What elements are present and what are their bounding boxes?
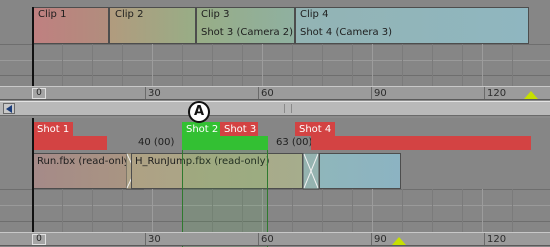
shot-4-tail[interactable]	[311, 136, 531, 150]
playhead[interactable]	[32, 118, 34, 232]
scrollbar-thumb[interactable]	[284, 104, 292, 113]
grid-line	[62, 44, 63, 86]
grid-line	[462, 189, 463, 233]
shot-3[interactable]: Shot 3	[220, 122, 258, 136]
shot-name: Shot 1	[37, 124, 70, 135]
grid-line	[242, 44, 243, 86]
ruler-tick	[145, 233, 146, 245]
clip-track-panel[interactable]: Clip 1 Clip 2 Clip 3 Shot 3 (Camera 2) C…	[0, 0, 550, 100]
grid-line	[292, 189, 293, 233]
grid-line	[352, 44, 353, 86]
ruler-tick	[371, 233, 372, 245]
bottom-time-ruler[interactable]: 0 30 60 90 120	[0, 232, 550, 246]
clip-camera-label: Shot 4 (Camera 3)	[300, 27, 393, 38]
grid-line	[432, 44, 433, 86]
grid-line	[352, 189, 353, 233]
animation-clip-run[interactable]: Run.fbx (read-only)	[33, 153, 131, 189]
top-time-ruler[interactable]: 0 30 60 90 120	[0, 86, 550, 100]
clip-4[interactable]: Clip 4 Shot 4 (Camera 3)	[295, 7, 529, 44]
ruler-label: 30	[148, 234, 161, 245]
grid-line	[122, 189, 123, 233]
clip-1[interactable]: Clip 1	[33, 7, 109, 44]
grid-line	[62, 189, 63, 233]
ruler-tick	[484, 233, 485, 245]
grid-line	[292, 44, 293, 86]
ruler-label: 60	[261, 234, 274, 245]
grid-line	[512, 44, 513, 86]
shot-2-tail[interactable]	[182, 136, 268, 150]
grid-line	[92, 189, 93, 233]
grid-line	[432, 189, 433, 233]
shot-name: Shot 3	[224, 124, 257, 135]
grid-line	[462, 44, 463, 86]
clip-name: Clip 2	[115, 9, 144, 20]
grid-line	[0, 205, 550, 206]
grid-line	[92, 44, 93, 86]
ruler-start-value: 0	[32, 234, 46, 245]
current-frame-marker-icon[interactable]	[392, 237, 406, 245]
grid-line	[402, 189, 403, 233]
ruler-tick	[371, 87, 372, 99]
grid-line	[482, 189, 483, 233]
ruler-label: 90	[374, 234, 387, 245]
grid-line	[0, 44, 550, 45]
end-marker-icon[interactable]	[524, 91, 538, 99]
grid-line	[122, 44, 123, 86]
clip-3[interactable]: Clip 3 Shot 3 (Camera 2)	[196, 7, 295, 44]
horizontal-scrollbar[interactable]	[0, 101, 550, 116]
grid-line	[372, 189, 373, 233]
ruler-tick	[258, 233, 259, 245]
grid-line	[372, 44, 373, 86]
ruler-tick	[258, 87, 259, 99]
grid-line	[262, 44, 263, 86]
clip-camera-label: Shot 3 (Camera 2)	[201, 27, 294, 38]
ruler-label: 120	[487, 88, 507, 99]
frame-marker-label: 63 (00)	[276, 137, 313, 148]
shot-1-tail[interactable]	[73, 136, 107, 150]
ruler-label: 30	[148, 88, 161, 99]
ruler-tick	[484, 87, 485, 99]
grid-line	[212, 44, 213, 86]
clip-name: Clip 1	[38, 9, 67, 20]
grid-line	[182, 44, 183, 86]
shot-4[interactable]: Shot 4	[295, 122, 335, 136]
animation-clip-3[interactable]	[319, 153, 401, 189]
ruler-label: 60	[261, 88, 274, 99]
callout-marker: A	[188, 101, 210, 123]
ruler-label: 120	[487, 234, 507, 245]
grid-line	[0, 189, 550, 190]
ruler-label: 90	[374, 88, 387, 99]
ruler-start-value: 0	[32, 88, 46, 99]
scroll-left-icon[interactable]	[3, 103, 15, 114]
grid-line	[482, 44, 483, 86]
story-editor: Clip 1 Clip 2 Clip 3 Shot 3 (Camera 2) C…	[0, 0, 550, 247]
grid-line	[322, 44, 323, 86]
shot-1[interactable]: Shot 1	[33, 122, 73, 150]
shot-name: Shot 2	[186, 124, 219, 135]
grid-line	[0, 75, 550, 76]
clip-name: Clip 3	[201, 9, 230, 20]
shot-name: Shot 4	[299, 124, 332, 135]
clip-2[interactable]: Clip 2	[109, 7, 196, 44]
clip-blend-icon	[303, 153, 319, 190]
clip-name: Clip 4	[300, 9, 329, 20]
ruler-tick	[145, 87, 146, 99]
grid-line	[152, 44, 153, 86]
playhead[interactable]	[32, 7, 34, 86]
grid-line	[402, 44, 403, 86]
grid-line	[322, 189, 323, 233]
grid-line	[0, 221, 550, 222]
animation-clip-name: Run.fbx (read-only)	[37, 156, 131, 167]
grid-line	[512, 189, 513, 233]
grid-line	[152, 189, 153, 233]
frame-marker-label: 40 (00)	[138, 137, 175, 148]
grid-line	[0, 60, 550, 61]
